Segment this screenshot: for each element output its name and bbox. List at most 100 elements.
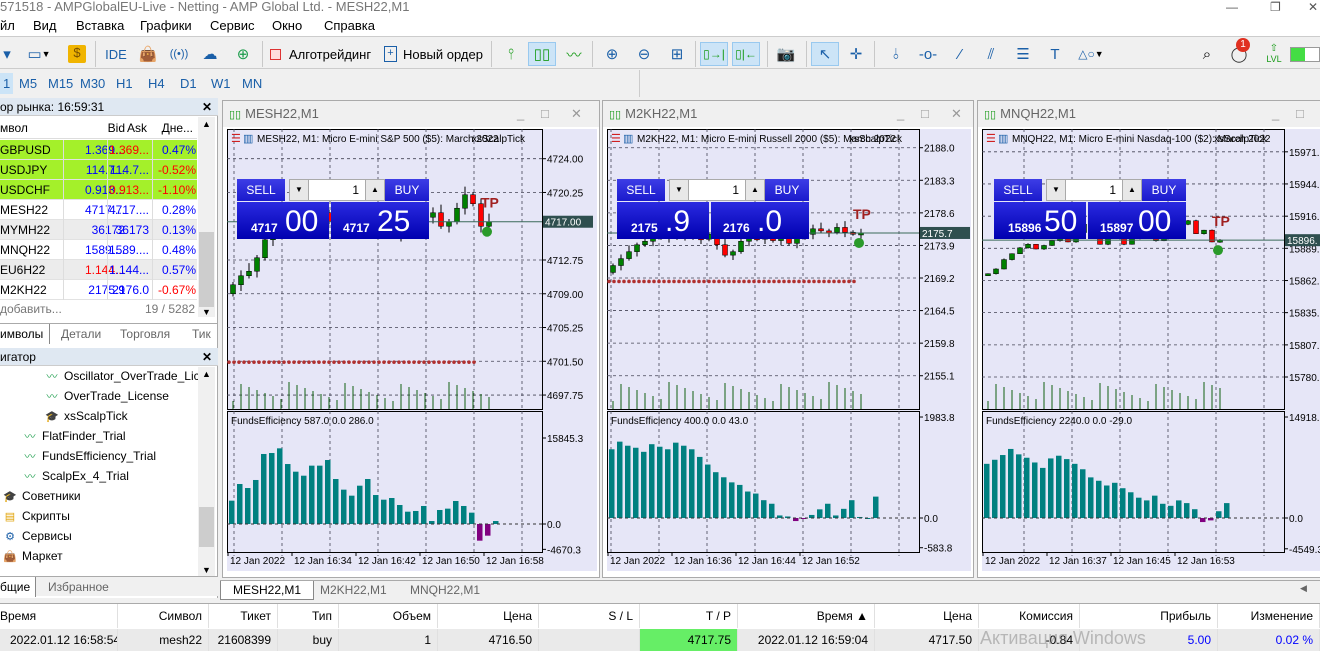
sell-price-button[interactable]: 15896 50 <box>994 202 1086 239</box>
depth-of-market-icon[interactable]: ▥ <box>623 133 633 145</box>
minimize-button[interactable]: _ <box>517 101 524 127</box>
algo-trading-button[interactable]: Алготрейдинг <box>270 42 380 66</box>
navigator-scrollbar[interactable]: ▲ ▼ <box>198 367 215 577</box>
col-ask[interactable]: Ask <box>117 117 147 139</box>
new-chart-dropdown[interactable]: ▾ <box>0 42 14 66</box>
volume-decrease-button[interactable]: ▼ <box>1046 179 1066 201</box>
sell-price-button[interactable]: 2175 .9 <box>617 202 709 239</box>
sell-button[interactable]: SELL <box>237 179 285 201</box>
tf-w1[interactable]: W1 <box>211 76 231 91</box>
market-watch-row[interactable]: USDJPY 114.7... 114.7... -0.52% <box>0 160 197 180</box>
buy-button[interactable]: BUY <box>1142 179 1186 201</box>
position-cell[interactable]: 4716.50 <box>438 629 539 651</box>
line-chart-button[interactable]: 〰 <box>562 42 586 66</box>
navigator-item[interactable]: 〰 ScalpEx_4_Trial <box>22 466 129 486</box>
tf-m5[interactable]: M5 <box>19 76 37 91</box>
tab-symbols[interactable]: имволы <box>0 324 50 344</box>
account-button[interactable]: ◯ 1 <box>1226 38 1252 66</box>
tf-m30[interactable]: M30 <box>80 76 105 91</box>
depth-of-market-icon[interactable]: ▥ <box>243 133 253 145</box>
crosshair-tool-button[interactable]: ✛ <box>844 42 868 66</box>
buy-price-button[interactable]: 4717 25 <box>331 202 429 239</box>
close-button[interactable]: ✕ <box>571 101 582 127</box>
menu-window[interactable]: Окно <box>272 18 302 33</box>
tab-ticks[interactable]: Тик <box>192 324 211 344</box>
column-header[interactable]: Тикет <box>209 604 278 628</box>
close-icon[interactable]: ✕ <box>202 98 212 116</box>
column-header[interactable]: Тип <box>278 604 339 628</box>
navigator-item[interactable]: 〰 FlatFinder_Trial <box>22 426 126 446</box>
chart-canvas[interactable]: 2188.0 2183.3 2178.6 2173.9 2169.2 2164.5 2159… <box>607 129 971 571</box>
chart-tab-mnqh22[interactable]: MNQH22,M1 <box>410 583 480 597</box>
market-watch-row[interactable]: USDCHF 0.913... 0.913... -1.10% <box>0 180 197 200</box>
vps-button[interactable]: ☁ <box>199 42 221 66</box>
one-click-trading-icon[interactable]: ☰ <box>611 133 621 145</box>
tf-m15[interactable]: M15 <box>48 76 73 91</box>
navigator-item[interactable]: 🎓 Советники <box>2 486 81 506</box>
column-header[interactable]: S / L <box>539 604 640 628</box>
market-watch-row[interactable]: MYMH22 36172 36173 0.13% <box>0 220 197 240</box>
screenshot-button[interactable]: 📷 <box>774 42 798 66</box>
column-header[interactable]: Прибыль <box>1080 604 1218 628</box>
cursor-tool-button[interactable]: ↖ <box>811 42 839 66</box>
vertical-line-button[interactable]: ⫰ <box>884 42 908 66</box>
close-button[interactable]: ✕ <box>951 101 962 127</box>
tab-details[interactable]: Детали <box>61 324 101 344</box>
volume-increase-button[interactable]: ▲ <box>365 179 385 201</box>
buy-price-button[interactable]: 2176 .0 <box>711 202 809 239</box>
scroll-down-icon[interactable]: ▼ <box>202 307 211 317</box>
sell-button[interactable]: SELL <box>617 179 665 201</box>
tf-d1[interactable]: D1 <box>180 76 197 91</box>
market-watch-row[interactable]: MESH22 4717.... 4717.... 0.28% <box>0 200 197 220</box>
column-header[interactable]: Комиссия <box>979 604 1080 628</box>
navigator-item[interactable]: 〰 FundsEfficiency_Trial <box>22 446 157 466</box>
maximize-button[interactable]: □ <box>921 101 929 127</box>
position-cell[interactable]: buy <box>278 629 339 651</box>
market-button[interactable]: 👜 <box>137 42 159 66</box>
maximize-button[interactable]: □ <box>1296 101 1304 127</box>
menu-tools[interactable]: Сервис <box>210 18 255 33</box>
channel-button[interactable]: ⫽ <box>979 42 1003 66</box>
col-change[interactable]: Дне... <box>153 117 195 139</box>
tab-common[interactable]: бщие <box>0 577 36 597</box>
tab-trading[interactable]: Торговля <box>120 324 170 344</box>
column-header[interactable]: Время ▲ <box>738 604 875 628</box>
volume-decrease-button[interactable]: ▼ <box>669 179 689 201</box>
tabs-scroll-left-icon[interactable]: ◀ <box>1300 583 1307 594</box>
add-network-button[interactable]: ⊕ <box>232 42 254 66</box>
shapes-dropdown[interactable]: △○ ▼ <box>1073 42 1109 66</box>
menu-view[interactable]: Вид <box>33 18 57 33</box>
chart-window[interactable]: ▯▯ M2KH22,M1 _ □ ✕ 2188.0 2183.3 2178.6 2173.9 21… <box>602 100 974 578</box>
minimize-button[interactable]: — <box>1226 0 1238 14</box>
menu-file[interactable]: йл <box>0 18 15 33</box>
chart-window[interactable]: ▯▯MNQH22,M1_□✕15971.15944.15916.15889.15… <box>977 100 1320 578</box>
column-header[interactable]: Время <box>0 604 118 628</box>
chart-window-titlebar[interactable]: ▯▯MNQH22,M1_□✕ <box>978 101 1320 127</box>
market-watch-row[interactable]: MNQH22 1589.... 1589.... 0.48% <box>0 240 197 260</box>
sell-price-button[interactable]: 4717 00 <box>237 202 329 239</box>
chart-window-titlebar[interactable]: ▯▯ M2KH22,M1 _ □ ✕ <box>603 101 973 127</box>
market-watch-row[interactable]: EU6H22 1.144... 1.144... 0.57% <box>0 260 197 280</box>
new-order-button[interactable]: + Новый ордер <box>384 42 484 66</box>
volume-increase-button[interactable]: ▲ <box>745 179 765 201</box>
market-watch-row[interactable]: M2KH22 2175.9 2176.0 -0.67% <box>0 280 197 300</box>
market-watch-scrollbar[interactable]: ▲ ▼ <box>198 117 215 317</box>
volume-input[interactable]: 1 <box>308 179 366 201</box>
level-button[interactable]: ⇧ LVL <box>1263 42 1285 66</box>
position-cell[interactable]: 0.02 % <box>1218 629 1320 651</box>
column-header[interactable]: Символ <box>118 604 209 628</box>
candlestick-chart-button[interactable]: ▯▯ <box>528 42 556 66</box>
menu-insert[interactable]: Вставка <box>76 18 124 33</box>
text-tool-button[interactable]: T <box>1043 42 1067 66</box>
volume-increase-button[interactable]: ▲ <box>1122 179 1142 201</box>
position-cell[interactable] <box>539 629 640 651</box>
position-cell[interactable]: 1 <box>339 629 438 651</box>
chart-window[interactable]: ▯▯ MESH22,M1 _ □ ✕ 4724.00 4720.25 4712.75 4709.… <box>222 100 600 578</box>
navigator-item[interactable]: 🎓 xsScalpTick <box>44 406 127 426</box>
close-window-button[interactable]: ✕ <box>1308 0 1318 14</box>
ide-button[interactable]: IDE <box>103 42 129 66</box>
position-cell[interactable]: mesh22 <box>118 629 209 651</box>
depth-of-market-icon[interactable]: ▥ <box>998 133 1008 145</box>
volume-input[interactable]: 1 <box>1065 179 1123 201</box>
tf-m1[interactable]: 1 <box>0 73 14 94</box>
